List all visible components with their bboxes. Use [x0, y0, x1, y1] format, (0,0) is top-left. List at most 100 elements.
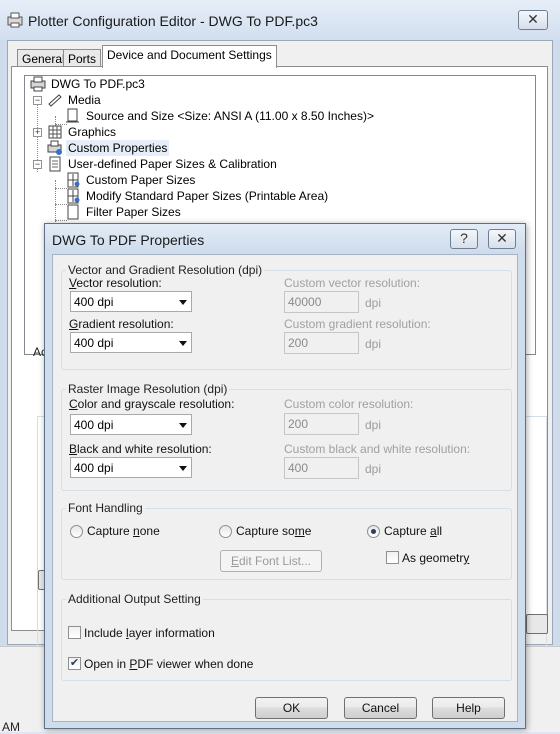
label-text: ector resolution: [76, 276, 162, 290]
tree-filter-paper-label: Filter Paper Sizes [86, 205, 181, 219]
custom-properties-icon [47, 140, 63, 156]
as-geometry-checkbox[interactable] [386, 551, 399, 564]
accesskey-text: n [133, 524, 140, 538]
open-pdf-viewer-checkbox[interactable]: ✔ [68, 657, 81, 670]
chevron-down-icon [179, 300, 187, 305]
custom-bw-input[interactable]: 400 [284, 457, 359, 479]
label-text: Open in [84, 657, 130, 671]
gradient-resolution-dropdown[interactable]: 400 dpi [70, 332, 192, 353]
accesskey-text: a [430, 524, 437, 538]
input-value: 40000 [288, 295, 322, 309]
outer-hidden-button[interactable] [526, 614, 548, 634]
label-text: DF viewer when done [137, 657, 254, 671]
additional-output-group-title: Additional Output Setting [66, 592, 203, 606]
dwg-to-pdf-properties-dialog: DWG To PDF Properties ? ✕ Vector and Gra… [44, 223, 526, 729]
capture-all-radio[interactable] [367, 525, 380, 538]
ok-button[interactable]: OK [255, 697, 328, 719]
input-value: 400 [288, 461, 309, 475]
paper-sizes-icon [47, 156, 63, 172]
graphics-icon [47, 124, 63, 140]
dpi-unit-label: dpi [365, 296, 382, 310]
as-geometry-label[interactable]: As geometry [402, 551, 469, 565]
custom-bw-label: Custom black and white resolution: [284, 442, 471, 456]
label-text: ll [436, 524, 443, 538]
capture-some-label[interactable]: Capture some [236, 524, 311, 538]
edit-font-list-button[interactable]: Edit Font List... [220, 550, 322, 572]
dialog-body: Vector and Gradient Resolution (dpi) Vec… [52, 254, 518, 722]
plotter-icon [30, 76, 46, 92]
custom-gradient-label: Custom gradient resolution: [284, 317, 431, 331]
checkmark-icon: ✔ [69, 657, 80, 669]
dpi-unit-label: dpi [365, 462, 382, 476]
custom-color-label: Custom color resolution: [284, 397, 414, 411]
outer-title-bar: Plotter Configuration Editor - DWG To PD… [0, 0, 560, 40]
outer-close-button[interactable]: ✕ [518, 10, 548, 30]
custom-vector-input[interactable]: 40000 [284, 291, 359, 313]
label-text: Capture [384, 524, 431, 538]
open-pdf-viewer-label[interactable]: Open in PDF viewer when done [84, 657, 253, 671]
tab-general-label: General [22, 52, 65, 66]
dropdown-value: 400 dpi [74, 418, 114, 432]
help-icon: ? [460, 230, 468, 246]
accesskey-text: C [69, 397, 78, 411]
capture-all-label[interactable]: Capture all [384, 524, 442, 538]
dialog-close-button[interactable]: ✕ [488, 229, 516, 249]
color-resolution-dropdown[interactable]: 400 dpi [70, 414, 192, 435]
dpi-unit-label: dpi [365, 418, 382, 432]
button-label: Help [456, 701, 481, 715]
accesskey-text: y [463, 551, 470, 565]
tree-custom-paper-label: Custom Paper Sizes [86, 173, 196, 187]
dialog-title-bar: DWG To PDF Properties ? ✕ [45, 224, 525, 254]
dialog-help-button[interactable]: ? [450, 229, 478, 249]
tab-ports[interactable]: Ports [63, 49, 102, 67]
include-layer-checkbox[interactable] [68, 626, 81, 639]
collapse-icon[interactable]: − [33, 160, 42, 169]
font-handling-group-title: Font Handling [66, 501, 145, 515]
include-layer-label[interactable]: Include layer information [84, 626, 215, 640]
label-text: Capture [87, 524, 134, 538]
tab-ports-label: Ports [68, 52, 97, 66]
tree-media-label: Media [68, 93, 101, 107]
tab-general[interactable]: General [17, 49, 70, 67]
button-label: dit Font List... [238, 554, 312, 568]
help-button[interactable]: Help [432, 697, 505, 719]
bw-resolution-dropdown[interactable]: 400 dpi [70, 457, 192, 478]
vector-resolution-label: Vector resolution: [69, 276, 162, 290]
close-icon: ✕ [496, 230, 508, 246]
cancel-button[interactable]: Cancel [344, 697, 417, 719]
tree-root-label: DWG To PDF.pc3 [51, 77, 145, 91]
media-icon [47, 92, 63, 108]
label-text: e [304, 524, 312, 538]
label-text: Capture so [236, 524, 295, 538]
tree-source-size-label: Source and Size <Size: ANSI A (11.00 x 8… [86, 109, 374, 123]
tab-device-document-settings[interactable]: Device and Document Settings [102, 45, 277, 68]
collapse-icon[interactable]: − [33, 96, 42, 105]
vector-resolution-dropdown[interactable]: 400 dpi [70, 291, 192, 312]
capture-none-radio[interactable] [70, 525, 83, 538]
tree-custom-properties-label: Custom Properties [66, 140, 170, 156]
gradient-resolution-label: Gradient resolution: [69, 317, 174, 331]
label-text: olor and grayscale resolution: [77, 397, 235, 411]
accesskey-text: B [69, 442, 78, 456]
label-text: As geometr [402, 551, 464, 565]
custom-color-input[interactable]: 200 [284, 413, 359, 435]
expand-icon[interactable]: + [33, 128, 42, 137]
accesskey-text: E [230, 554, 239, 568]
capture-some-radio[interactable] [219, 525, 232, 538]
capture-none-label[interactable]: Capture none [87, 524, 160, 538]
dropdown-value: 400 dpi [74, 461, 114, 475]
accesskey-text: G [69, 317, 79, 331]
color-resolution-label: Color and grayscale resolution: [69, 397, 234, 411]
label-text: one [139, 524, 160, 538]
custom-gradient-input[interactable]: 200 [284, 332, 359, 354]
paper-icon [65, 108, 81, 124]
accesskey-text: m [294, 524, 305, 538]
chevron-down-icon [179, 341, 187, 346]
paper-ruler-icon [65, 188, 81, 204]
tree-connector [55, 220, 67, 221]
dropdown-value: 400 dpi [74, 295, 114, 309]
chevron-down-icon [179, 423, 187, 428]
button-label: Cancel [361, 701, 400, 715]
close-icon: ✕ [527, 11, 539, 27]
label-text: lack and white resolution: [77, 442, 212, 456]
